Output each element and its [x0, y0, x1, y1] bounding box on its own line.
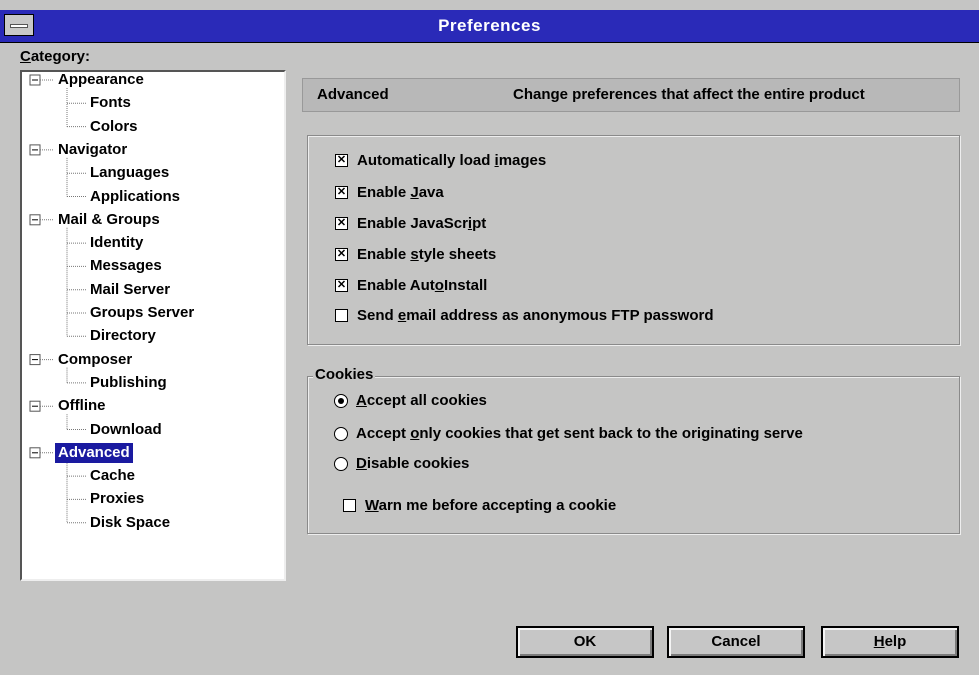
tree-item[interactable]: Publishing — [90, 373, 167, 393]
title-bar: Preferences — [0, 10, 979, 43]
radio-icon — [334, 457, 348, 471]
tree-item[interactable]: Languages — [90, 163, 169, 183]
tree-item[interactable]: Appearance — [58, 70, 144, 90]
cancel-button[interactable]: Cancel — [667, 626, 805, 658]
tree-item[interactable]: Colors — [90, 117, 138, 137]
help-button[interactable]: Help — [821, 626, 959, 658]
tree-item[interactable]: Directory — [90, 326, 156, 346]
tree-item[interactable]: Composer — [58, 350, 132, 370]
tree-item[interactable]: Mail Server — [90, 280, 170, 300]
tree-item[interactable]: Navigator — [58, 140, 127, 160]
radio-icon — [334, 427, 348, 441]
tree-item[interactable]: Identity — [90, 233, 143, 253]
tree-item[interactable]: Proxies — [90, 489, 144, 509]
section-header: Advanced Change preferences that affect … — [302, 78, 960, 112]
category-label: Category: — [20, 48, 91, 65]
tree-item[interactable]: Mail & Groups — [58, 210, 160, 230]
tree-item[interactable]: Cache — [90, 466, 135, 486]
checkbox-icon: ✕ — [335, 248, 348, 261]
tree-item[interactable]: Download — [90, 420, 162, 440]
tree-item[interactable]: Offline — [58, 396, 106, 416]
preferences-window: Preferences Category: Appearance Fonts Col… — [0, 0, 979, 675]
checkbox-icon: ✕ — [335, 279, 348, 292]
cookies-group-label: Cookies — [313, 366, 376, 383]
radio-icon — [334, 394, 348, 408]
ok-button[interactable]: OK — [516, 626, 654, 658]
window-title: Preferences — [438, 16, 541, 35]
checkbox-icon: ✕ — [335, 217, 348, 230]
checkbox-icon: ✕ — [335, 154, 348, 167]
checkbox-icon — [335, 309, 348, 322]
checkbox-icon: ✕ — [335, 186, 348, 199]
tree-item[interactable]: Applications — [90, 187, 180, 207]
tree-item[interactable]: Groups Server — [90, 303, 194, 323]
tree-item[interactable]: Advanced — [55, 442, 133, 463]
section-title: Advanced — [317, 86, 389, 103]
tree-item[interactable]: Fonts — [90, 93, 131, 113]
checkbox-icon — [343, 499, 356, 512]
tree-item[interactable]: Disk Space — [90, 513, 170, 533]
section-description: Change preferences that affect the entir… — [513, 86, 865, 103]
category-tree[interactable]: Appearance Fonts Colors Navigator Languages A… — [20, 70, 286, 581]
tree-item[interactable]: Messages — [90, 256, 162, 276]
